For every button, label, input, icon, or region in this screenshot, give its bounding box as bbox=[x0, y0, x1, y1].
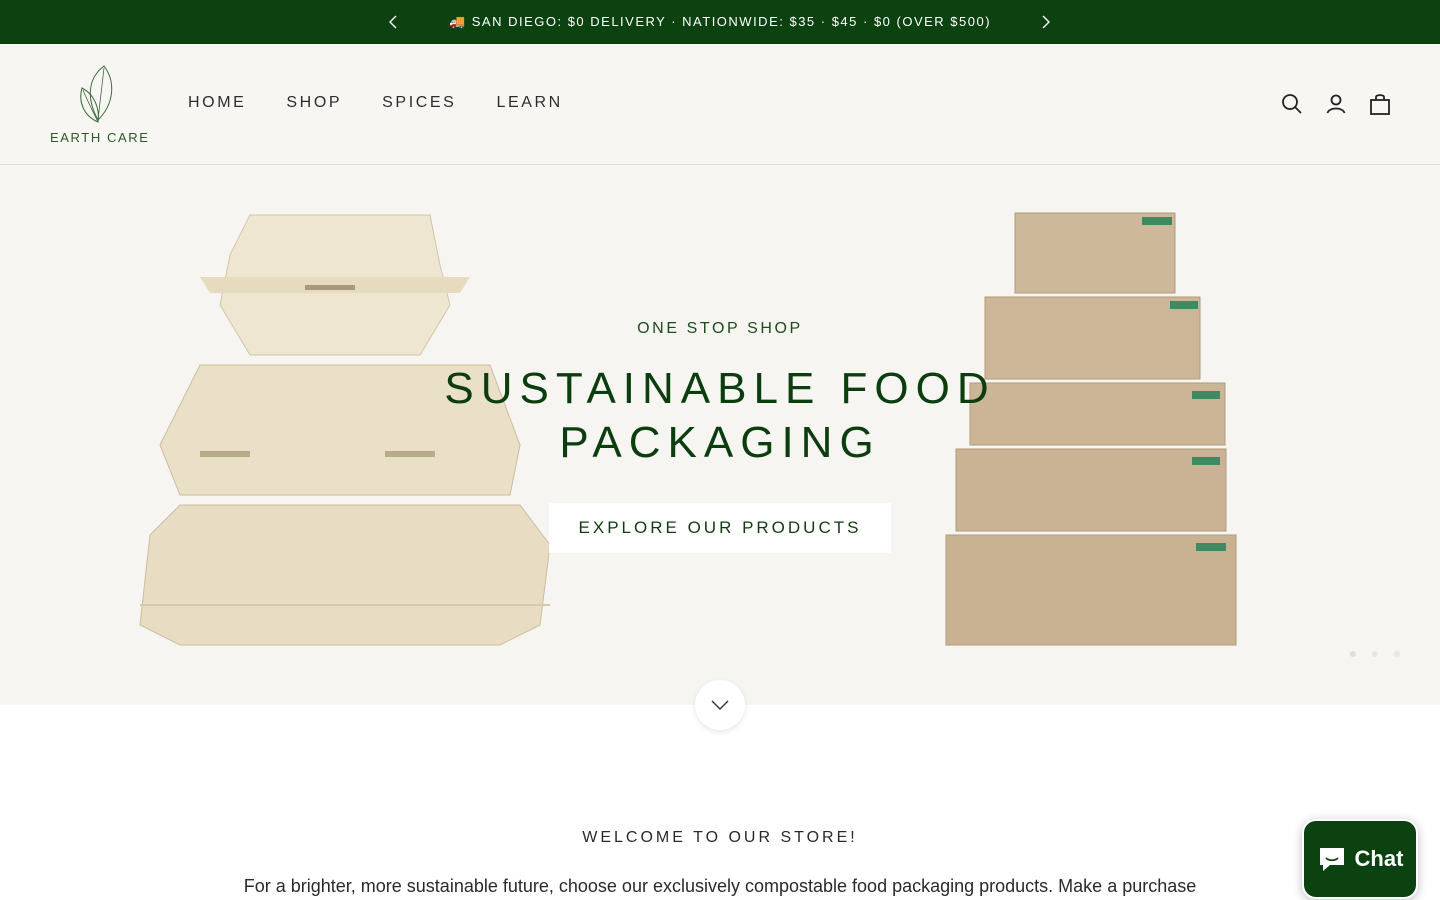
nav-home[interactable]: HOME bbox=[188, 94, 246, 112]
hero-title: SUSTAINABLE FOOD PACKAGING bbox=[0, 362, 1440, 470]
search-icon[interactable] bbox=[1280, 92, 1304, 116]
scroll-down-button[interactable] bbox=[695, 680, 745, 730]
hero-banner: ONE STOP SHOP SUSTAINABLE FOOD PACKAGING… bbox=[0, 165, 1440, 705]
hero-title-line-2: PACKAGING bbox=[559, 418, 881, 467]
welcome-text: For a brighter, more sustainable future,… bbox=[243, 876, 1197, 896]
announcement-bar: 🚚 SAN DIEGO: $0 DELIVERY · NATIONWIDE: $… bbox=[0, 0, 1440, 44]
slideshow-dots bbox=[1334, 651, 1400, 657]
logo[interactable]: EARTH CARE bbox=[50, 64, 150, 148]
nav-learn[interactable]: LEARN bbox=[496, 94, 562, 112]
main-nav: HOME SHOP SPICES LEARN bbox=[188, 94, 603, 112]
account-icon[interactable] bbox=[1324, 92, 1348, 116]
slide-dot-2[interactable] bbox=[1372, 651, 1378, 657]
hero-title-line-1: SUSTAINABLE FOOD bbox=[444, 364, 996, 413]
hero-subtitle: ONE STOP SHOP bbox=[637, 320, 803, 337]
nav-shop[interactable]: SHOP bbox=[286, 94, 342, 112]
nav-spices[interactable]: SPICES bbox=[382, 94, 456, 112]
welcome-title: WELCOME TO OUR STORE! bbox=[582, 829, 858, 846]
slide-dot-1[interactable] bbox=[1350, 651, 1356, 657]
site-header: EARTH CARE HOME SHOP SPICES LEARN bbox=[0, 44, 1440, 165]
chevron-down-icon bbox=[711, 700, 729, 710]
logo-text: EARTH CARE bbox=[50, 130, 150, 145]
explore-products-button[interactable]: EXPLORE OUR PRODUCTS bbox=[549, 503, 891, 553]
cart-icon[interactable] bbox=[1368, 92, 1392, 116]
header-actions bbox=[1260, 92, 1392, 116]
chat-bubble-icon bbox=[1319, 848, 1344, 871]
slide-dot-3[interactable] bbox=[1394, 651, 1400, 657]
announcement-text: 🚚 SAN DIEGO: $0 DELIVERY · NATIONWIDE: $… bbox=[448, 14, 992, 29]
chat-button[interactable]: Chat bbox=[1302, 819, 1418, 899]
chat-label: Chat bbox=[1354, 846, 1404, 871]
chevron-right-icon[interactable] bbox=[1037, 13, 1055, 31]
leaf-logo-icon bbox=[80, 65, 113, 123]
